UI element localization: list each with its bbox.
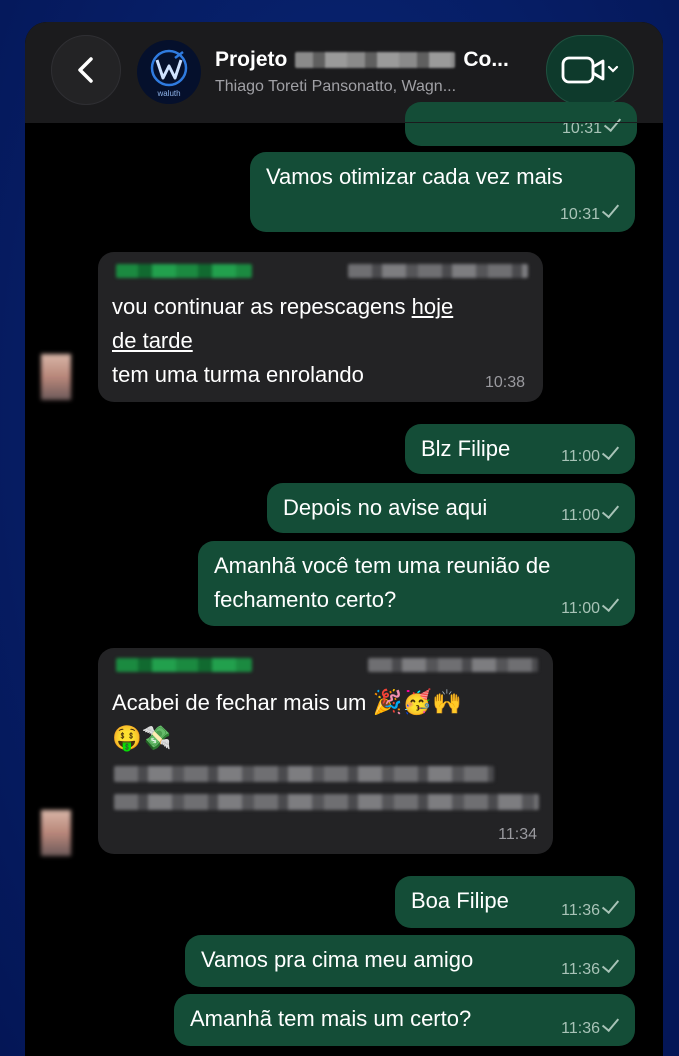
- check-icon: [601, 199, 620, 219]
- message-text-line1: Amanhã você tem uma reunião de: [214, 553, 551, 578]
- message-text-line1: vou continuar as repescagens hoje: [112, 294, 454, 319]
- redacted-sender-phone: [368, 658, 538, 672]
- message-time: 11:00: [561, 593, 620, 618]
- video-camera-icon: [561, 56, 619, 84]
- message-text-line1: Acabei de fechar mais um 🎉🥳🙌: [112, 688, 463, 716]
- message-time: 11:36: [561, 954, 620, 979]
- chat-title: Projeto Co...: [215, 48, 535, 72]
- message-time: 11:36: [561, 895, 620, 920]
- check-icon: [601, 500, 620, 520]
- message-incoming[interactable]: vou continuar as repescagens hoje de tar…: [98, 252, 543, 402]
- check-icon: [601, 954, 620, 974]
- money-emojis: 🤑💸: [112, 724, 172, 752]
- message-text-line2: fechamento certo?: [214, 587, 397, 612]
- message-incoming[interactable]: Acabei de fechar mais um 🎉🥳🙌 🤑💸 11:34: [98, 648, 553, 854]
- message-time: 11:00: [561, 500, 620, 525]
- redacted-sender-name: [116, 658, 252, 672]
- check-icon: [601, 895, 620, 915]
- message-outgoing[interactable]: Depois no avise aqui 11:00: [267, 483, 635, 533]
- redacted-title: [295, 52, 456, 69]
- chat-participants: Thiago Toreti Pansonatto, Wagn...: [215, 78, 457, 95]
- check-icon: [601, 1013, 620, 1033]
- redacted-sender-phone: [348, 264, 528, 278]
- message-outgoing[interactable]: Boa Filipe 11:36: [395, 876, 635, 928]
- group-avatar[interactable]: waluth: [137, 40, 201, 104]
- message-time: 10:38: [484, 374, 525, 391]
- message-text-line3: tem uma turma enrolando: [112, 362, 364, 387]
- chevron-left-icon: [78, 57, 93, 83]
- chat-title-end: Co...: [463, 48, 509, 71]
- message-text: Blz Filipe: [421, 436, 511, 461]
- message-outgoing-partial[interactable]: 10:31: [405, 102, 637, 146]
- message-link[interactable]: hoje: [412, 294, 454, 319]
- check-icon: [601, 593, 620, 613]
- redacted-text-line: [114, 766, 494, 782]
- message-outgoing[interactable]: Vamos pra cima meu amigo 11:36: [185, 935, 635, 987]
- message-outgoing[interactable]: Blz Filipe 11:00: [405, 424, 635, 474]
- message-time: 11:34: [498, 826, 537, 843]
- message-text: Boa Filipe: [411, 888, 509, 913]
- sender-avatar[interactable]: [41, 810, 71, 856]
- chat-title-start: Projeto: [215, 48, 288, 71]
- check-icon: [601, 441, 620, 461]
- message-time: 10:31: [560, 199, 620, 224]
- check-icon: [603, 113, 622, 133]
- message-time: 11:00: [561, 441, 620, 466]
- celebration-emojis: 🎉🥳🙌: [372, 688, 463, 716]
- chat-title-block[interactable]: Projeto Co... Thiago Toreti Pansonatto, W…: [215, 48, 535, 96]
- avatar-text: waluth: [157, 89, 181, 98]
- message-time: 10:31: [562, 113, 622, 138]
- message-outgoing[interactable]: Amanhã tem mais um certo? 11:36: [174, 994, 635, 1046]
- redacted-text-line: [114, 794, 539, 810]
- back-button[interactable]: [51, 35, 121, 105]
- message-outgoing[interactable]: Amanhã você tem uma reunião de fechament…: [198, 541, 635, 626]
- message-text: Amanhã tem mais um certo?: [190, 1006, 472, 1031]
- message-text-line2[interactable]: de tarde: [112, 328, 193, 354]
- sender-avatar[interactable]: [41, 354, 71, 400]
- message-time: 11:36: [561, 1013, 620, 1038]
- message-outgoing[interactable]: Vamos otimizar cada vez mais 10:31: [250, 152, 635, 232]
- message-text: Depois no avise aqui: [283, 495, 488, 520]
- header-divider: [25, 122, 663, 123]
- message-text: Vamos otimizar cada vez mais: [266, 164, 563, 189]
- message-text: Vamos pra cima meu amigo: [201, 947, 474, 972]
- video-call-button[interactable]: [546, 35, 634, 105]
- redacted-sender-name: [116, 264, 252, 278]
- chat-window: waluth Projeto Co... Thiago Toreti Panson…: [25, 22, 663, 1056]
